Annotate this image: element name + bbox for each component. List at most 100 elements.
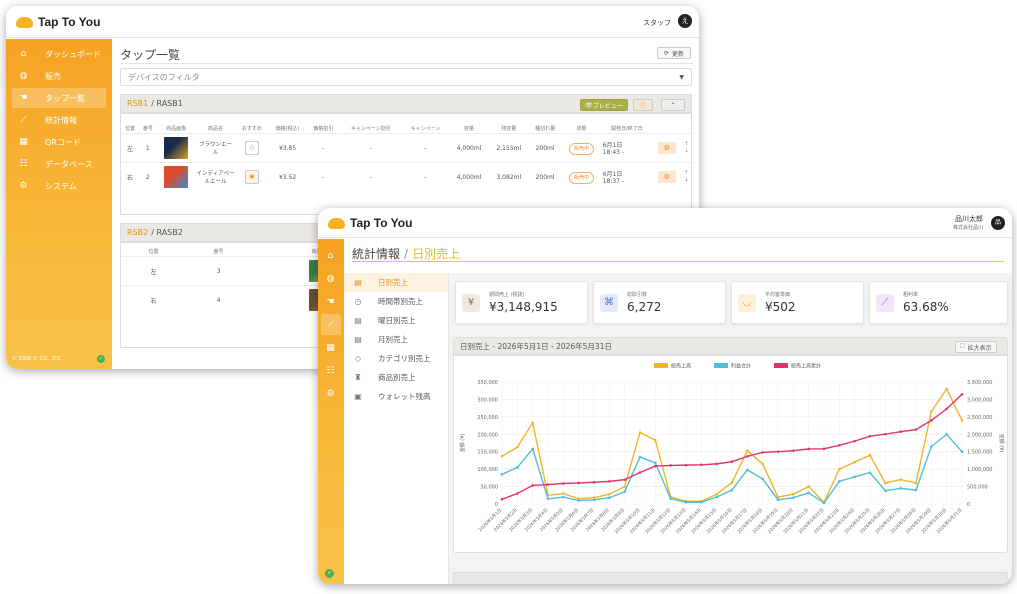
sidebar-item-1[interactable]: ◍ 販売: [12, 66, 106, 86]
data-point: [914, 488, 918, 492]
data-point: [638, 471, 642, 474]
sidebar-icon-item-2[interactable]: ☚: [321, 291, 341, 312]
submenu-item-label: カテゴリ別売上: [378, 354, 431, 363]
tap-icon: ☚: [326, 296, 335, 307]
kpi-value: 63.68%: [903, 300, 949, 314]
product-image[interactable]: [164, 166, 189, 189]
sidebar-icon-item-4[interactable]: ▦: [321, 337, 341, 358]
data-point: [838, 480, 841, 483]
sidebar-collapsed: ⌂ ◍ ☚ ⟋ ▦ ☷ ⚙ ✓: [318, 239, 344, 584]
submenu-item-6[interactable]: ▣ ウォレット残高: [344, 387, 448, 406]
position-cell: 右: [121, 162, 139, 192]
refresh-icon: ⟳: [663, 49, 669, 57]
data-point: [608, 496, 611, 500]
kpi-label: 期間売上 (税抜): [489, 292, 525, 298]
submenu-item-1[interactable]: ◷ 時間帯別売上: [344, 292, 448, 311]
avatar[interactable]: 品: [991, 216, 1005, 230]
reorder-arrows[interactable]: ↑ ⇣: [681, 133, 691, 163]
preview-button[interactable]: 👁 プレビュー: [580, 99, 628, 111]
reorder-arrows[interactable]: ⇡ ↓: [681, 162, 691, 192]
arrow-down-icon[interactable]: ⇣: [683, 148, 690, 155]
arrow-down-icon[interactable]: ↓: [683, 177, 690, 184]
column-header: 価格(税込): [275, 126, 300, 132]
sidebar-item-2[interactable]: ☚ タップ一覧: [12, 88, 106, 108]
kpi-label: 粗利率: [903, 292, 919, 298]
kpi-card: ◡ 平均客単価 ¥502: [731, 281, 864, 324]
price-cell: ¥3.52: [268, 162, 307, 192]
data-point: [684, 500, 688, 504]
bottles-icon: ♜: [354, 373, 362, 382]
sidebar-item-label: 販売: [45, 71, 61, 81]
page-subtitle: 日別売上: [412, 247, 461, 261]
column-header: 番号: [142, 126, 153, 132]
status-ok-icon: ✓: [97, 355, 105, 363]
data-point: [761, 477, 764, 481]
submenu-item-4[interactable]: ◇ カテゴリ別売上: [344, 349, 448, 368]
date-cell: 6月1日 18:43 -: [601, 133, 652, 163]
kpi-label: 平均客単価: [765, 292, 791, 298]
user-name[interactable]: 品川太郎: [955, 214, 983, 224]
data-point: [531, 447, 534, 451]
collapse-button[interactable]: ⌃: [661, 99, 685, 111]
refresh-button[interactable]: ⟳ 更新: [657, 47, 691, 59]
data-point: [669, 464, 672, 467]
column-header: 商品画像: [166, 126, 187, 132]
kpi-card: ⌘ 総取引数 6,272: [593, 281, 726, 324]
gear-icon[interactable]: ⚙: [657, 171, 676, 184]
sidebar-icon-item-3[interactable]: ⟋: [321, 314, 341, 335]
data-point: [546, 483, 550, 486]
sidebar-icon-item-0[interactable]: ⌂: [321, 245, 341, 266]
data-point: [730, 460, 734, 464]
sidebar-item-4[interactable]: ▦ QRコード: [12, 132, 106, 152]
sidebar-icon-item-1[interactable]: ◍: [321, 268, 341, 289]
sidebar-item-6[interactable]: ⚙ システム: [12, 176, 106, 196]
data-point: [868, 471, 872, 474]
data-point: [746, 468, 749, 472]
submenu-item-2[interactable]: ▤ 曜日別売上: [344, 311, 448, 330]
data-point: [684, 463, 688, 467]
sidebar: ⌂ ダッシュボード ◍ 販売 ☚ タップ一覧 ⟋ 統計情報 ▦ QRコード ☷ データベース ⚙ システム…: [6, 39, 112, 369]
data-point: [930, 445, 933, 448]
y-tick-right: 1,000,000: [967, 467, 992, 473]
company-name: 株式会社品川: [952, 225, 983, 231]
avatar[interactable]: え: [678, 14, 692, 28]
user-name[interactable]: スタッフ: [643, 18, 671, 28]
volume-cell: 4,000ml: [449, 162, 489, 192]
data-point: [638, 431, 642, 434]
expand-button[interactable]: ⛶ 拡大表示: [955, 341, 997, 353]
submenu-item-0[interactable]: ▤ 日別売上: [344, 273, 448, 292]
tag-icon: ◇: [354, 354, 362, 363]
column-header: キャンペーン: [410, 126, 441, 132]
arrow-up-icon[interactable]: ⇡: [683, 170, 690, 177]
submenu-item-5[interactable]: ♜ 商品別売上: [344, 368, 448, 387]
sidebar-item-3[interactable]: ⟋ 統計情報: [12, 110, 106, 130]
data-point: [608, 480, 611, 483]
kpi-value: ¥3,148,915: [489, 300, 558, 314]
sidebar-item-5[interactable]: ☷ データベース: [12, 154, 106, 174]
tap-table-1: 位置 番号 商品画像 商品名 おすすめ 価格(税込) 価格割引 キャンペーン割引 キャンペーン 容…: [121, 124, 691, 192]
recommend-star-icon[interactable]: ☆: [244, 141, 259, 155]
product-image[interactable]: [164, 137, 189, 159]
daily-sales-line-chart: 0 50,000 100,000 150,000 200,000 250,000 300,0…: [459, 363, 1005, 536]
position-cell: 左: [121, 256, 186, 286]
device-filter-select[interactable]: デバイスのフィルタ ▼: [120, 68, 692, 86]
sidebar-item-label: データベース: [45, 159, 93, 169]
device-filter-placeholder: デバイスのフィルタ: [128, 72, 200, 82]
submenu-item-3[interactable]: ▤ 月別売上: [344, 330, 448, 349]
kpi-text: 総取引数 6,272: [627, 291, 661, 314]
kpi-value: ¥502: [765, 300, 796, 314]
gear-icon[interactable]: ⚙: [657, 142, 676, 154]
arrow-up-icon[interactable]: ↑: [683, 141, 690, 148]
data-point: [807, 491, 810, 495]
data-point: [884, 481, 887, 485]
sidebar-icon-item-5[interactable]: ☷: [321, 360, 341, 381]
data-point: [899, 430, 902, 434]
logo[interactable]: Tap To You: [328, 216, 412, 230]
info-button[interactable]: ⓘ: [633, 99, 653, 111]
sidebar-item-0[interactable]: ⌂ ダッシュボード: [12, 44, 106, 64]
campaign-discount-cell: -: [339, 162, 402, 192]
sidebar-icon-item-6[interactable]: ⚙: [321, 383, 341, 404]
calendar-icon: ▤: [354, 316, 362, 325]
recommend-star-icon[interactable]: ★: [244, 170, 259, 185]
logo[interactable]: Tap To You: [16, 15, 100, 29]
